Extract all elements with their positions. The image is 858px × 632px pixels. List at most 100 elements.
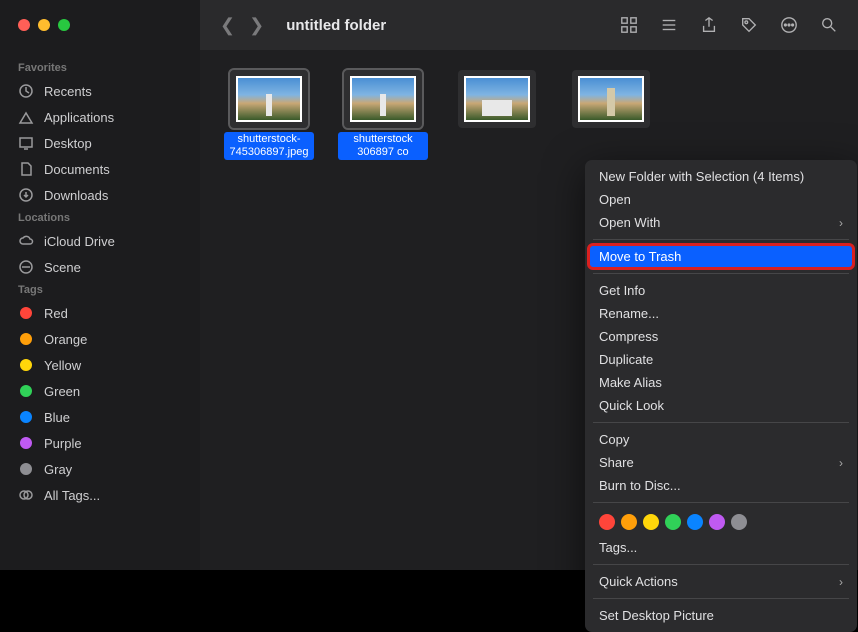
menu-item[interactable]: Open <box>585 188 857 211</box>
sidebar-item[interactable]: Scene <box>0 254 200 280</box>
toolbar-actions <box>620 16 838 34</box>
back-button[interactable]: ❮ <box>220 15 235 36</box>
fullscreen-window-button[interactable] <box>58 19 70 31</box>
sidebar-item-label: Red <box>44 306 68 321</box>
tag-color-button[interactable] <box>731 514 747 530</box>
menu-item[interactable]: Quick Actions› <box>585 570 857 593</box>
folder-title: untitled folder <box>286 17 606 34</box>
menu-item-label: Copy <box>599 432 629 447</box>
sidebar-item-label: Gray <box>44 462 72 477</box>
menu-item[interactable]: Get Info <box>585 279 857 302</box>
sidebar-item[interactable]: Orange <box>0 326 200 352</box>
menu-item[interactable]: Burn to Disc... <box>585 474 857 497</box>
tag-icon[interactable] <box>740 16 758 34</box>
forward-button[interactable]: ❯ <box>249 15 264 36</box>
sidebar-item-label: Scene <box>44 260 81 275</box>
menu-item-label: Duplicate <box>599 352 653 367</box>
sidebar-item[interactable]: Blue <box>0 404 200 430</box>
sidebar-item-label: Documents <box>44 162 110 177</box>
sidebar-item[interactable]: Documents <box>0 156 200 182</box>
sidebar-item[interactable]: iCloud Drive <box>0 228 200 254</box>
sidebar-item-label: All Tags... <box>44 488 100 503</box>
sidebar-item[interactable]: All Tags... <box>0 482 200 508</box>
context-menu: New Folder with Selection (4 Items) Open O… <box>585 160 857 632</box>
search-icon[interactable] <box>820 16 838 34</box>
sidebar-item[interactable]: Yellow <box>0 352 200 378</box>
sidebar-item-label: Blue <box>44 410 70 425</box>
sidebar-item[interactable]: Green <box>0 378 200 404</box>
menu-item-label: Quick Look <box>599 398 664 413</box>
sidebar-item-label: Recents <box>44 84 92 99</box>
minimize-window-button[interactable] <box>38 19 50 31</box>
sidebar-item-label: iCloud Drive <box>44 234 115 249</box>
tag-dot-icon <box>18 357 34 373</box>
file-thumbnail <box>344 70 422 128</box>
group-icon[interactable] <box>660 16 678 34</box>
desktop-icon <box>18 135 34 151</box>
file-thumbnail <box>572 70 650 128</box>
file-item[interactable] <box>452 70 542 128</box>
tag-dot-icon <box>18 461 34 477</box>
tag-dot-icon <box>18 305 34 321</box>
tag-color-button[interactable] <box>643 514 659 530</box>
tag-color-button[interactable] <box>599 514 615 530</box>
clock-icon <box>18 83 34 99</box>
sidebar-item[interactable]: Downloads <box>0 182 200 208</box>
sidebar-item-label: Applications <box>44 110 114 125</box>
menu-item[interactable]: Open With › <box>585 211 857 234</box>
doc-icon <box>18 161 34 177</box>
menu-item[interactable]: Share› <box>585 451 857 474</box>
sidebar-item[interactable]: Red <box>0 300 200 326</box>
share-icon[interactable] <box>700 16 718 34</box>
menu-item[interactable]: Make Alias <box>585 371 857 394</box>
close-window-button[interactable] <box>18 19 30 31</box>
sidebar-item-label: Desktop <box>44 136 92 151</box>
file-item[interactable] <box>566 70 656 128</box>
tag-dot-icon <box>18 383 34 399</box>
sidebar-item-label: Yellow <box>44 358 81 373</box>
menu-item-label: Move to Trash <box>599 249 681 264</box>
download-icon <box>18 187 34 203</box>
chevron-right-icon: › <box>839 216 843 230</box>
menu-item-label: Rename... <box>599 306 659 321</box>
sidebar-item[interactable]: Desktop <box>0 130 200 156</box>
drive-icon <box>18 259 34 275</box>
menu-item[interactable]: Tags... <box>585 536 857 559</box>
sidebar-item[interactable]: Gray <box>0 456 200 482</box>
menu-separator <box>593 239 849 240</box>
menu-item-label: Open <box>599 192 631 207</box>
menu-item-label: Open With <box>599 215 660 230</box>
menu-separator <box>593 502 849 503</box>
tag-color-button[interactable] <box>709 514 725 530</box>
menu-item[interactable]: Rename... <box>585 302 857 325</box>
sidebar-item[interactable]: Recents <box>0 78 200 104</box>
file-item[interactable]: shutterstock-745306897.jpeg <box>224 70 314 160</box>
sidebar-item-label: Downloads <box>44 188 108 203</box>
sidebar-item-label: Orange <box>44 332 87 347</box>
menu-item[interactable]: Move to Trash <box>589 245 853 268</box>
view-grid-icon[interactable] <box>620 16 638 34</box>
sidebar-item[interactable]: Purple <box>0 430 200 456</box>
menu-separator <box>593 273 849 274</box>
menu-item-label: Get Info <box>599 283 645 298</box>
sidebar: FavoritesRecentsApplicationsDesktopDocum… <box>0 50 200 570</box>
sidebar-item[interactable]: Applications <box>0 104 200 130</box>
menu-separator <box>593 598 849 599</box>
file-thumbnail <box>230 70 308 128</box>
menu-item[interactable]: New Folder with Selection (4 Items) <box>585 165 857 188</box>
window-controls <box>0 0 200 50</box>
tag-color-button[interactable] <box>687 514 703 530</box>
menu-item[interactable]: Duplicate <box>585 348 857 371</box>
menu-item[interactable]: Compress <box>585 325 857 348</box>
tag-color-button[interactable] <box>665 514 681 530</box>
menu-item[interactable]: Set Desktop Picture <box>585 604 857 627</box>
file-item[interactable]: shutterstock 306897 co <box>338 70 428 160</box>
tag-color-button[interactable] <box>621 514 637 530</box>
menu-item-label: Share <box>599 455 634 470</box>
sidebar-item-label: Green <box>44 384 80 399</box>
menu-tag-colors <box>585 508 857 536</box>
file-thumbnail <box>458 70 536 128</box>
menu-item[interactable]: Copy <box>585 428 857 451</box>
actions-icon[interactable] <box>780 16 798 34</box>
menu-item[interactable]: Quick Look <box>585 394 857 417</box>
